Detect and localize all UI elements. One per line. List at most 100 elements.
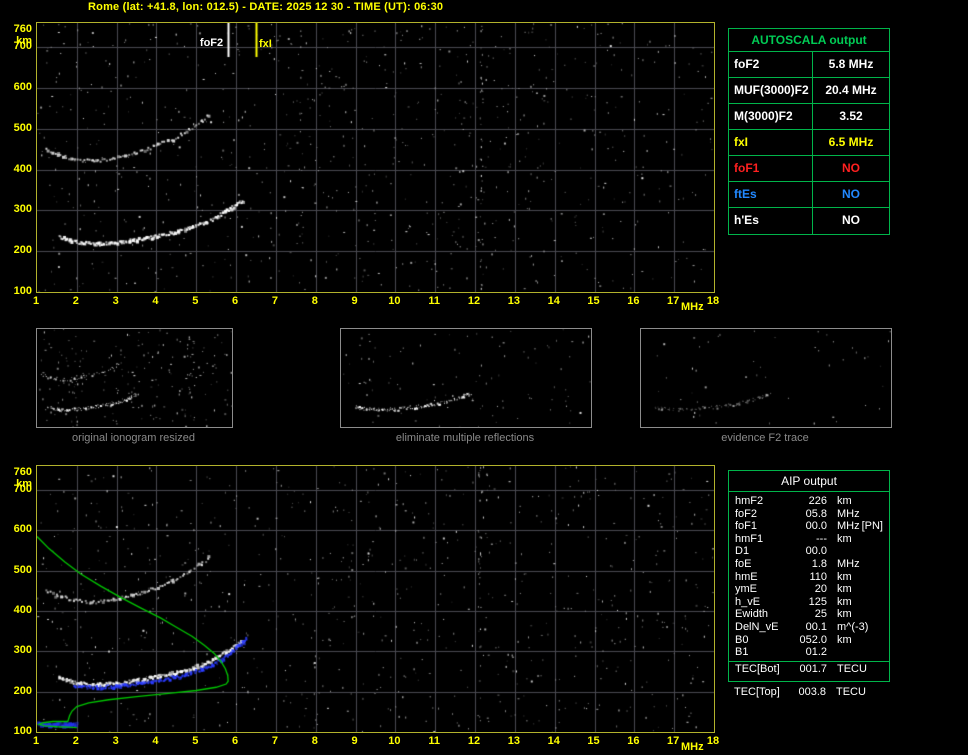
aip-row-label: hmF1 <box>735 532 764 545</box>
aip-row-value: 00.0 <box>805 545 827 558</box>
autoscala-row: ftEs NO <box>729 182 889 208</box>
x-tick-label: 10 <box>388 295 401 307</box>
thumbnail-caption: original ionogram resized <box>72 432 195 444</box>
aip-row-value: 001.7 <box>799 662 827 675</box>
aip-row-label: hmF2 <box>735 495 764 507</box>
aip-row-value: 125 <box>808 595 827 608</box>
y-tick-label: 300 <box>13 203 32 216</box>
x-tick-label: 3 <box>112 735 119 747</box>
aip-row: Ewidth 25 km <box>729 608 889 621</box>
autoscala-row-value: NO <box>842 161 860 175</box>
x-tick-label: 14 <box>547 295 560 307</box>
aip-output-panel: AIP output hmF2 226 km foF2 05.8 MHz foF1 00.0 M… <box>728 470 890 682</box>
aip-row-label: TEC[Top] <box>734 686 780 698</box>
autoscala-row-label: foF1 <box>729 156 813 181</box>
aip-row-unit: m^(-3) <box>837 620 869 633</box>
aip-row: h_vE 125 km <box>729 596 889 609</box>
aip-row-label: ymE <box>735 583 757 596</box>
x-axis-unit: MHz <box>681 301 704 313</box>
x-tick-label: 8 <box>311 735 318 747</box>
aip-row-label: foE <box>735 557 752 570</box>
aip-row: foF1 00.0 MHz [PN] <box>729 520 889 533</box>
x-tick-label: 7 <box>271 295 278 307</box>
autoscala-rows: foF2 5.8 MHz MUF(3000)F2 20.4 MHz M(3000)F2 3… <box>729 52 889 234</box>
aip-row-unit: km <box>837 532 852 545</box>
aip-row: hmF1 --- km <box>729 533 889 546</box>
x-tick-label: 2 <box>72 735 79 747</box>
aip-row-value: 01.2 <box>805 646 827 659</box>
x-tick-label: 8 <box>311 295 318 307</box>
x-tick-label: 3 <box>112 295 119 307</box>
y-tick-label: 100 <box>13 725 32 737</box>
thumbnail-original-ionogram <box>36 328 233 428</box>
aip-row-unit: MHz <box>837 520 860 533</box>
aip-row-value: 00.1 <box>805 620 827 633</box>
x-tick-label: 6 <box>232 295 239 307</box>
aip-row-unit: km <box>837 608 852 621</box>
autoscala-row: MUF(3000)F2 20.4 MHz <box>729 78 889 104</box>
autoscala-row: foF1 NO <box>729 156 889 182</box>
aip-row-unit: km <box>837 495 852 507</box>
aip-row-unit: km <box>837 595 852 608</box>
autoscala-row: fxI 6.5 MHz <box>729 130 889 156</box>
aip-row-label: foF1 <box>735 520 758 533</box>
x-tick-label: 12 <box>467 735 481 747</box>
x-tick-label: 15 <box>587 295 600 307</box>
y-tick-label: 760 <box>13 466 32 478</box>
aip-row-value: 00.0 <box>805 520 827 533</box>
aip-row-value: 25 <box>814 608 827 621</box>
aip-row: B1 01.2 <box>729 646 889 659</box>
autoscala-row: foF2 5.8 MHz <box>729 52 889 78</box>
x-axis-unit: MHz <box>681 741 704 753</box>
aip-row-unit: km <box>837 570 852 583</box>
x-tick-label: 7 <box>271 735 278 747</box>
x-tick-label: 14 <box>547 735 560 747</box>
autoscala-row-label: MUF(3000)F2 <box>729 78 813 103</box>
aip-row-label: B1 <box>735 646 749 659</box>
y-axis-unit: km <box>16 478 32 490</box>
aip-row-value: 226 <box>808 495 827 507</box>
autoscala-row: h'Es NO <box>729 208 889 234</box>
aip-row-label: hmE <box>735 570 758 583</box>
x-tick-label: 10 <box>388 735 401 747</box>
aip-row-unit: MHz <box>837 507 860 520</box>
autoscala-row-value: NO <box>842 213 860 227</box>
x-tick-label: 16 <box>627 295 640 307</box>
y-tick-label: 200 <box>13 684 32 697</box>
x-tick-label: 12 <box>467 295 481 307</box>
aip-row: hmE 110 km <box>729 571 889 584</box>
aip-tec-bot-container: TEC[Bot] 001.7 TECU <box>729 663 889 676</box>
aip-row-label: TEC[Bot] <box>735 662 780 675</box>
x-tick-label: 11 <box>428 735 441 747</box>
y-tick-label: 400 <box>13 604 32 617</box>
aip-row-value: 052.0 <box>799 633 827 646</box>
x-tick-label: 9 <box>351 735 358 747</box>
thumbnail-caption: eliminate multiple reflections <box>395 432 535 444</box>
thumbnail-caption: evidence F2 trace <box>721 432 809 444</box>
autoscala-row-label: M(3000)F2 <box>729 104 813 129</box>
autoscala-row-value: 5.8 MHz <box>828 57 874 71</box>
y-tick-label: 300 <box>13 644 32 657</box>
top-ionogram-canvas <box>36 22 715 293</box>
autoscala-panel-title: AUTOSCALA output <box>729 29 889 52</box>
aip-row-label: B0 <box>735 633 749 646</box>
autoscala-row-label: fxI <box>729 130 813 155</box>
autoscala-row-label: foF2 <box>729 52 813 77</box>
aip-row-label: D1 <box>735 545 750 558</box>
aip-row: hmF2 226 km <box>729 495 889 508</box>
autoscala-row-value: 3.52 <box>839 109 863 123</box>
thumbnail-eliminate-reflections <box>340 328 592 428</box>
aip-row-value: 1.8 <box>811 557 827 570</box>
y-tick-label: 200 <box>13 244 32 257</box>
aip-row-note: [PN] <box>861 520 883 533</box>
x-tick-label: 13 <box>507 295 520 307</box>
y-tick-label: 100 <box>13 285 32 297</box>
aip-row-unit: MHz <box>837 557 860 570</box>
autoscala-row-value: 20.4 MHz <box>825 83 877 97</box>
y-tick-label: 760 <box>13 23 32 35</box>
x-tick-label: 4 <box>152 295 159 307</box>
autoscala-window: Rome (lat: +41.8, lon: 012.5) - DATE: 20… <box>0 0 968 755</box>
bottom-ionogram-canvas <box>36 465 715 733</box>
aip-row-unit: TECU <box>837 662 867 675</box>
aip-row: ymE 20 km <box>729 583 889 596</box>
